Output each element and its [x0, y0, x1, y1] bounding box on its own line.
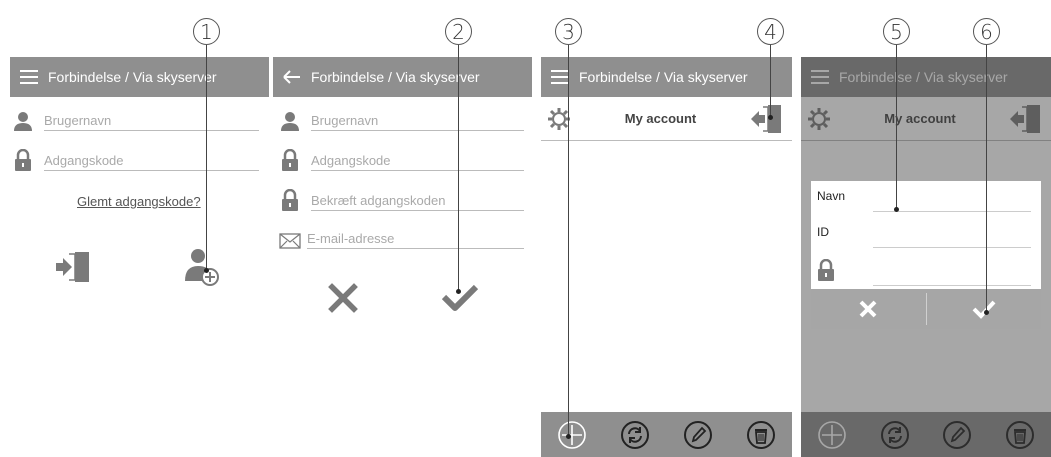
- leader-line-3: [568, 45, 569, 437]
- bottom-toolbar: [541, 412, 792, 457]
- leader-dot-2: [456, 289, 461, 294]
- account-title: My account: [624, 111, 697, 126]
- leader-line-4: [770, 45, 771, 117]
- confirm-button[interactable]: [927, 289, 1042, 329]
- password-input[interactable]: Adgangskode: [311, 146, 524, 171]
- screen-register: Forbindelse / Via skyserver Brugernavn A…: [273, 57, 532, 457]
- dialog-actions: [811, 289, 1041, 329]
- lock-icon: [10, 149, 36, 171]
- refresh-icon[interactable]: [620, 420, 650, 450]
- screen-account: Forbindelse / Via skyserver My account: [541, 57, 792, 457]
- confirm-check-icon: [972, 299, 996, 319]
- leader-dot-1: [204, 268, 209, 273]
- add-circle-icon[interactable]: [557, 420, 587, 450]
- cancel-button[interactable]: [811, 289, 926, 329]
- menu-icon[interactable]: [541, 70, 579, 84]
- callout-5: 5: [883, 18, 910, 45]
- edit-pencil-icon[interactable]: [683, 420, 713, 450]
- confirm-password-input[interactable]: Bekræft adgangskoden: [311, 186, 524, 211]
- forgot-password-link[interactable]: Glemt adgangskode?: [77, 194, 201, 209]
- callout-2: 2: [445, 18, 472, 45]
- confirm-check-icon: [441, 284, 479, 315]
- id-row[interactable]: ID: [817, 217, 1031, 248]
- username-input[interactable]: Brugernavn: [311, 106, 524, 131]
- cancel-x-icon: [858, 299, 878, 319]
- account-header: My account: [541, 97, 792, 141]
- envelope-icon: [277, 227, 303, 249]
- app-bar: Forbindelse / Via skyserver: [10, 57, 269, 97]
- cancel-button[interactable]: [328, 283, 358, 318]
- lock-icon: [817, 259, 873, 281]
- leader-line-6: [986, 45, 987, 313]
- email-field[interactable]: E-mail-adresse: [277, 225, 524, 249]
- password-input[interactable]: Adgangskode: [44, 146, 259, 171]
- callout-4: 4: [757, 18, 784, 45]
- username-input[interactable]: Brugernavn: [44, 106, 259, 131]
- password-field[interactable]: Adgangskode: [277, 147, 524, 171]
- leader-line-1: [206, 45, 207, 271]
- password-row[interactable]: [817, 255, 1031, 286]
- name-row[interactable]: Navn: [817, 181, 1031, 212]
- user-icon: [277, 109, 303, 131]
- trash-icon[interactable]: [746, 420, 776, 450]
- screen-login: Forbindelse / Via skyserver Brugernavn A…: [10, 57, 269, 457]
- leader-line-2: [458, 45, 459, 292]
- confirm-password-field[interactable]: Bekræft adgangskoden: [277, 187, 524, 211]
- leader-line-5: [896, 45, 897, 210]
- leader-dot-4: [768, 115, 773, 120]
- app-bar-title: Forbindelse / Via skyserver: [579, 69, 748, 85]
- create-user-button[interactable]: [182, 247, 222, 292]
- leader-dot-6: [984, 310, 989, 315]
- edit-account-dialog: Navn ID: [811, 181, 1041, 289]
- name-label: Navn: [817, 189, 846, 203]
- cancel-x-icon: [328, 283, 358, 317]
- menu-icon[interactable]: [10, 70, 48, 84]
- id-label: ID: [817, 225, 829, 239]
- callout-6: 6: [973, 18, 1000, 45]
- confirm-button[interactable]: [441, 283, 479, 316]
- callout-3: 3: [555, 18, 582, 45]
- callout-1: 1: [193, 18, 220, 45]
- logout-door-icon[interactable]: [750, 104, 784, 134]
- login-door-icon: [55, 252, 93, 288]
- screen-account-edit: Forbindelse / Via skyserver My account N…: [801, 57, 1051, 457]
- add-user-icon: [182, 249, 222, 291]
- user-icon: [10, 109, 36, 131]
- username-field[interactable]: Brugernavn: [10, 107, 259, 131]
- app-bar: Forbindelse / Via skyserver: [541, 57, 792, 97]
- leader-dot-5: [894, 207, 899, 212]
- leader-dot-3: [566, 434, 571, 439]
- email-input[interactable]: E-mail-adresse: [307, 224, 524, 249]
- username-field[interactable]: Brugernavn: [277, 107, 524, 131]
- login-button[interactable]: [55, 250, 93, 289]
- app-bar-title: Forbindelse / Via skyserver: [311, 69, 480, 85]
- app-bar-title: Forbindelse / Via skyserver: [48, 69, 217, 85]
- back-arrow-icon[interactable]: [273, 70, 311, 84]
- app-bar: Forbindelse / Via skyserver: [273, 57, 532, 97]
- lock-icon: [277, 189, 303, 211]
- password-field[interactable]: Adgangskode: [10, 147, 259, 171]
- password-input[interactable]: [873, 255, 1031, 286]
- id-input[interactable]: [873, 217, 1031, 248]
- lock-icon: [277, 149, 303, 171]
